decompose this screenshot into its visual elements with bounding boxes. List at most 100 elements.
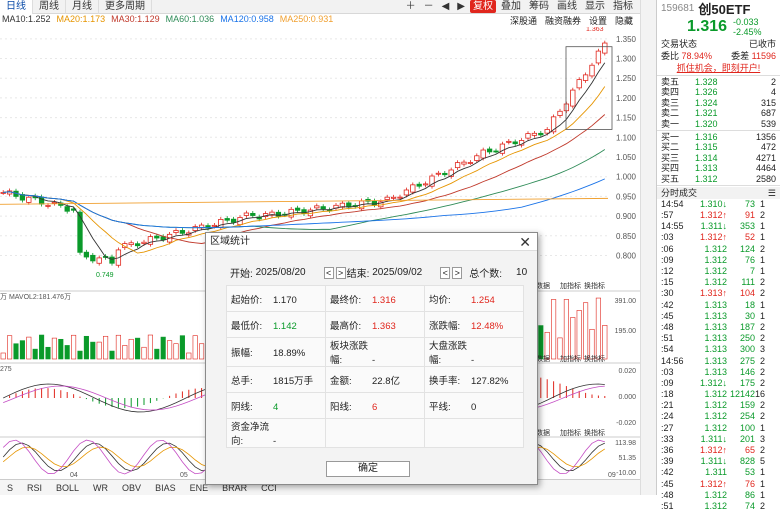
ad-link[interactable]: 抓住机会，即刻开户! bbox=[677, 62, 761, 74]
indicator-tab[interactable]: OBV bbox=[115, 480, 148, 495]
price-tick-label: 1.050 bbox=[616, 153, 637, 162]
candle-body bbox=[179, 230, 186, 234]
stat-cell: 大盘涨跌幅: - bbox=[424, 337, 524, 367]
stat-value: 127.82% bbox=[471, 375, 509, 387]
stat-cell bbox=[424, 418, 524, 448]
candle-body bbox=[506, 140, 512, 143]
candle-body bbox=[570, 89, 576, 107]
tick-count: 3 bbox=[759, 344, 765, 355]
settings-button[interactable]: 设置 bbox=[589, 14, 607, 27]
panel-tool: 加指标 bbox=[560, 281, 581, 290]
tick-volume: 254 bbox=[739, 411, 755, 422]
hk-connect-button[interactable]: 深股通 bbox=[510, 14, 537, 27]
volume-bar bbox=[122, 345, 128, 360]
level-volume: 315 bbox=[760, 97, 776, 108]
tick-count: 2 bbox=[759, 500, 765, 511]
tick-price: 1.311 bbox=[700, 456, 723, 467]
ma250-label: MA250:0.931 bbox=[279, 14, 334, 24]
volume-bar bbox=[77, 350, 83, 360]
ma120-label: MA120:0.958 bbox=[220, 14, 274, 24]
tab-more-periods[interactable]: 更多周期 bbox=[99, 0, 152, 14]
stock-name[interactable]: 创50ETF bbox=[698, 0, 750, 18]
dialog-title: 区域统计 bbox=[210, 236, 250, 247]
indicator-tab[interactable]: BIAS bbox=[148, 480, 183, 495]
overlay-button[interactable]: 叠加 bbox=[498, 0, 524, 13]
indicator-tab[interactable]: WR bbox=[86, 480, 115, 495]
tick-count: 2 bbox=[759, 210, 765, 221]
start-next-button[interactable]: > bbox=[335, 266, 346, 279]
end-label: 结束: bbox=[346, 269, 370, 280]
tick-row: :15 1.312 111 2 bbox=[657, 277, 780, 288]
tick-price: 1.312 bbox=[704, 389, 727, 400]
candle-body bbox=[390, 196, 397, 199]
last-price: 1.316 bbox=[687, 18, 728, 35]
indicator-tab[interactable]: S bbox=[0, 480, 20, 495]
display-button[interactable]: 显示 bbox=[582, 0, 608, 13]
chart-scrollbar[interactable] bbox=[640, 0, 656, 495]
candle-body bbox=[480, 149, 486, 159]
candle-body bbox=[224, 218, 230, 221]
tick-price: 1.313 bbox=[704, 366, 727, 377]
tick-price: 1.312 bbox=[699, 445, 723, 456]
macd-legend: 275 bbox=[0, 366, 12, 373]
hide-button[interactable]: 隐藏 bbox=[615, 14, 633, 27]
add-icon[interactable]: ＋ bbox=[403, 0, 419, 13]
right-icon[interactable]: ▶ bbox=[454, 0, 468, 13]
kdj-tick-label: 113.98 bbox=[615, 440, 636, 447]
level-label: 卖三 bbox=[661, 97, 680, 108]
stat-label: 总手: bbox=[231, 375, 253, 387]
tick-row: :45 1.313 30 1 bbox=[657, 311, 780, 322]
tick-price: 1.313 bbox=[704, 310, 727, 321]
tick-volume: 187 bbox=[739, 321, 755, 332]
margin-button[interactable]: 融资融券 bbox=[545, 14, 581, 27]
draw-button[interactable]: 画线 bbox=[554, 0, 580, 13]
volume-bar bbox=[96, 341, 102, 360]
stat-value: 1.316 bbox=[372, 294, 396, 306]
tick-row: :51 1.312 74 2 bbox=[657, 501, 780, 512]
tick-time: :48 bbox=[661, 321, 674, 332]
tick-count: 1 bbox=[759, 467, 765, 478]
tab-monthly[interactable]: 月线 bbox=[66, 0, 99, 14]
volume-bar bbox=[154, 348, 160, 360]
level-volume: 4271 bbox=[755, 152, 776, 163]
volume-bar bbox=[192, 335, 198, 360]
start-prev-button[interactable]: < bbox=[323, 266, 334, 279]
indicator-tab[interactable]: RSI bbox=[20, 480, 49, 495]
ad-banner[interactable]: 抓住机会，即刻开户! bbox=[657, 62, 780, 74]
candle-body bbox=[531, 132, 538, 136]
left-icon[interactable]: ◀ bbox=[439, 0, 453, 13]
tick-row: 14:56 1.313 275 2 bbox=[657, 356, 780, 367]
ma-line bbox=[3, 86, 606, 254]
end-prev-button[interactable]: < bbox=[440, 266, 451, 279]
tick-price: 1.313 bbox=[704, 299, 727, 310]
macd-tick-label: -0.020 bbox=[616, 420, 636, 427]
stat-cell: 阳线: 6 bbox=[325, 392, 425, 419]
volume-bar bbox=[115, 334, 121, 360]
tick-volume: 86 bbox=[744, 489, 755, 500]
expand-icon[interactable]: ☰ bbox=[768, 187, 776, 199]
close-icon[interactable]: ✕ bbox=[519, 233, 531, 251]
tick-count: 2 bbox=[759, 377, 765, 388]
volume-legend: 万 MAVOL2:181.476万 bbox=[0, 293, 71, 301]
tab-daily[interactable]: 日线 bbox=[0, 0, 33, 14]
stat-cell: 振幅: 18.89% bbox=[226, 337, 326, 367]
adjust-button[interactable]: 复权 bbox=[470, 0, 496, 13]
level-volume: 2580 bbox=[755, 173, 776, 184]
candle-body bbox=[435, 172, 442, 175]
tick-row: :45 1.312↑ 76 1 bbox=[657, 479, 780, 490]
tick-count: 2 bbox=[759, 288, 765, 299]
indicator-button[interactable]: 指标 bbox=[610, 0, 636, 13]
panel-tool: 换指标 bbox=[584, 428, 605, 437]
tab-weekly[interactable]: 周线 bbox=[33, 0, 66, 14]
minus-icon[interactable]: － bbox=[421, 0, 437, 13]
end-next-button[interactable]: > bbox=[452, 266, 463, 279]
level-volume: 687 bbox=[760, 108, 776, 119]
orderbook-row: 卖三 1.324 315 bbox=[657, 98, 780, 108]
chips-button[interactable]: 筹码 bbox=[526, 0, 552, 13]
tick-row: :48 1.312 86 1 bbox=[657, 490, 780, 501]
status-label: 交易状态 bbox=[661, 39, 698, 49]
ok-button[interactable]: 确定 bbox=[326, 461, 410, 477]
indicator-tab[interactable]: BOLL bbox=[49, 480, 86, 495]
candle-body bbox=[582, 74, 589, 81]
stat-label: 最高价: bbox=[330, 320, 362, 332]
